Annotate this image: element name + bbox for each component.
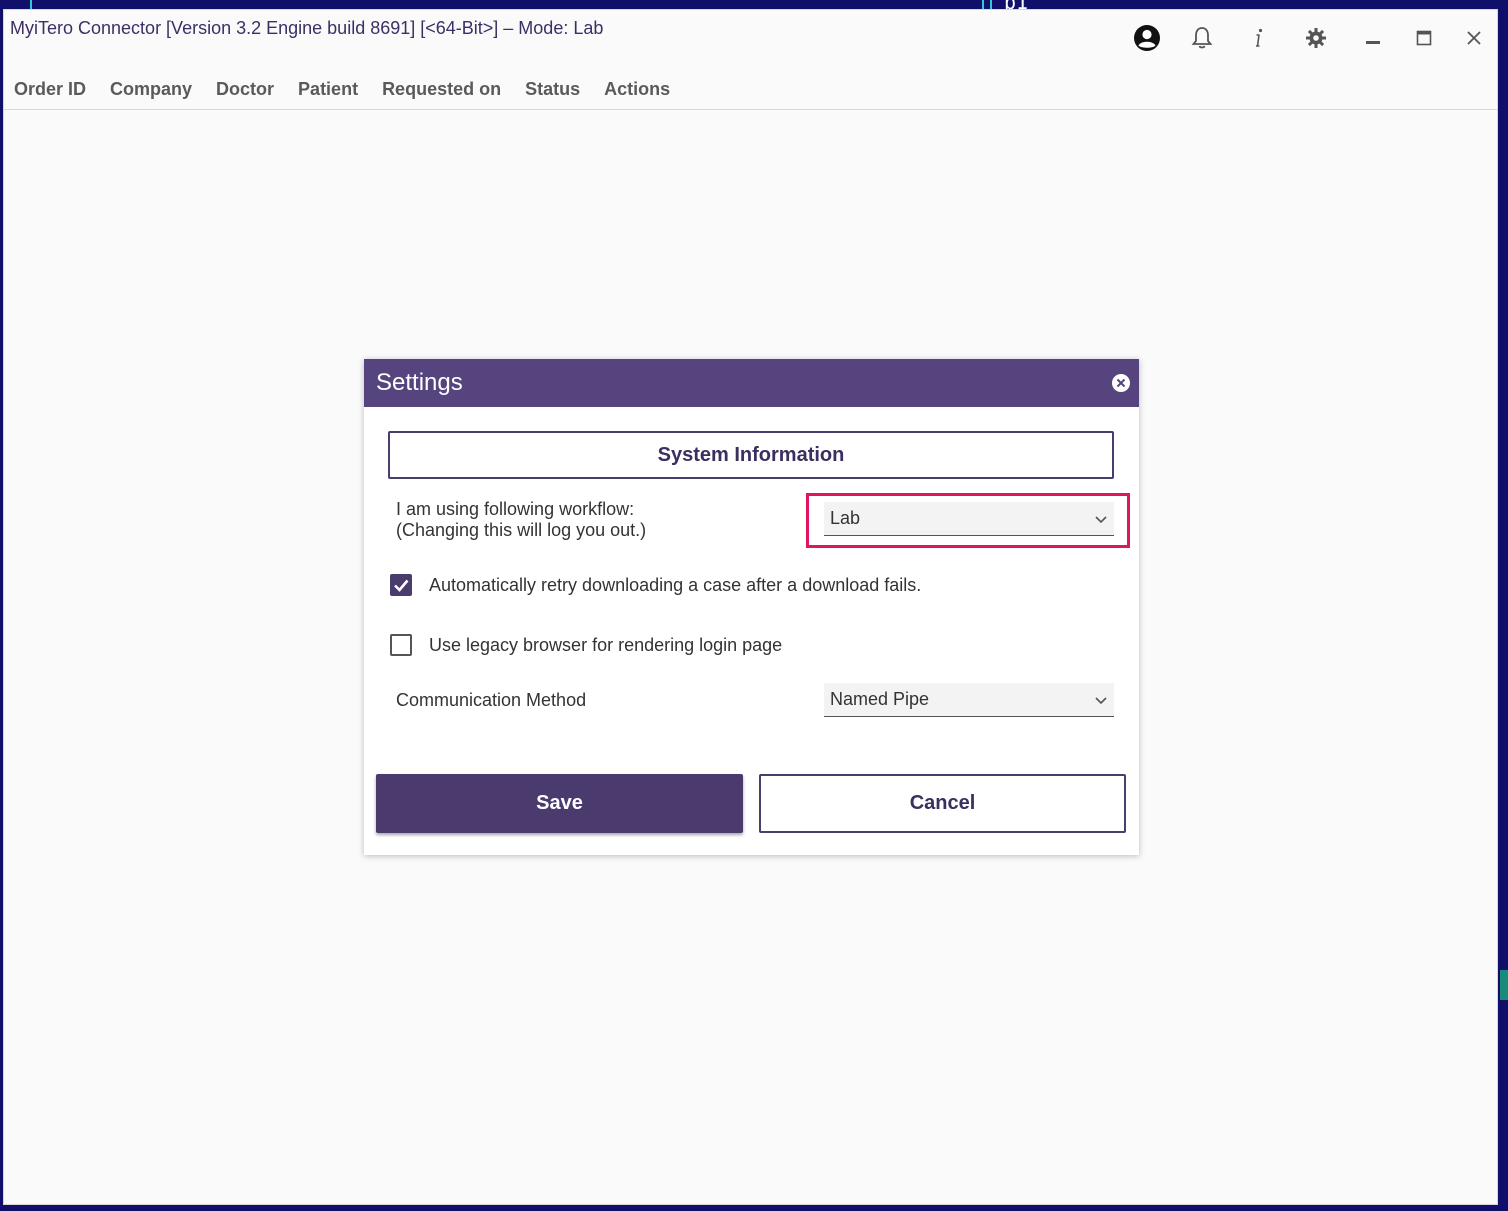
table-header: Order ID Company Doctor Patient Requeste… <box>4 70 1497 110</box>
workflow-label-line1: I am using following workflow: <box>396 499 635 519</box>
user-account-icon[interactable] <box>1129 20 1165 56</box>
cancel-button[interactable]: Cancel <box>759 774 1126 833</box>
desktop-background <box>1500 970 1508 1000</box>
column-company[interactable]: Company <box>110 79 192 100</box>
close-icon[interactable] <box>1456 20 1492 56</box>
dialog-title: Settings <box>376 369 463 396</box>
retry-download-checkbox[interactable] <box>390 574 412 596</box>
column-actions[interactable]: Actions <box>604 79 670 100</box>
desktop-background <box>990 0 992 9</box>
legacy-browser-checkbox[interactable] <box>390 634 412 656</box>
dialog-header: Settings <box>364 359 1139 407</box>
workflow-label-line2: (Changing this will log you out.) <box>396 520 647 540</box>
minimize-icon[interactable] <box>1355 20 1391 56</box>
checkmark-icon <box>394 579 409 592</box>
maximize-icon[interactable] <box>1406 20 1442 56</box>
communication-method-value: Named Pipe <box>830 689 930 709</box>
chevron-down-icon <box>1094 512 1108 530</box>
column-status[interactable]: Status <box>525 79 580 100</box>
legacy-browser-label: Use legacy browser for rendering login p… <box>429 635 783 655</box>
app-title: MyiTero Connector [Version 3.2 Engine bu… <box>10 18 604 38</box>
column-order-id[interactable]: Order ID <box>14 79 86 100</box>
info-icon[interactable] <box>1241 20 1277 56</box>
desktop-background <box>982 0 984 9</box>
app-window: MyiTero Connector [Version 3.2 Engine bu… <box>3 9 1498 1205</box>
title-bar: MyiTero Connector [Version 3.2 Engine bu… <box>4 10 1497 70</box>
column-patient[interactable]: Patient <box>298 79 358 100</box>
retry-download-label: Automatically retry downloading a case a… <box>429 575 922 595</box>
bell-icon[interactable] <box>1184 20 1220 56</box>
system-information-button[interactable]: System Information <box>388 431 1114 479</box>
communication-method-select[interactable]: Named Pipe <box>824 683 1114 717</box>
workflow-select-value: Lab <box>830 508 861 528</box>
communication-method-label: Communication Method <box>396 690 587 710</box>
settings-dialog: Settings System Information I am using f… <box>364 359 1139 855</box>
workflow-select[interactable]: Lab <box>824 502 1114 536</box>
column-doctor[interactable]: Doctor <box>216 79 274 100</box>
desktop-background <box>30 0 32 9</box>
column-requested-on[interactable]: Requested on <box>382 79 501 100</box>
save-button[interactable]: Save <box>376 774 743 833</box>
workflow-label: I am using following workflow: (Changing… <box>396 499 646 541</box>
gear-icon[interactable] <box>1298 20 1334 56</box>
dialog-close-icon[interactable] <box>1111 373 1131 393</box>
chevron-down-icon <box>1094 693 1108 711</box>
